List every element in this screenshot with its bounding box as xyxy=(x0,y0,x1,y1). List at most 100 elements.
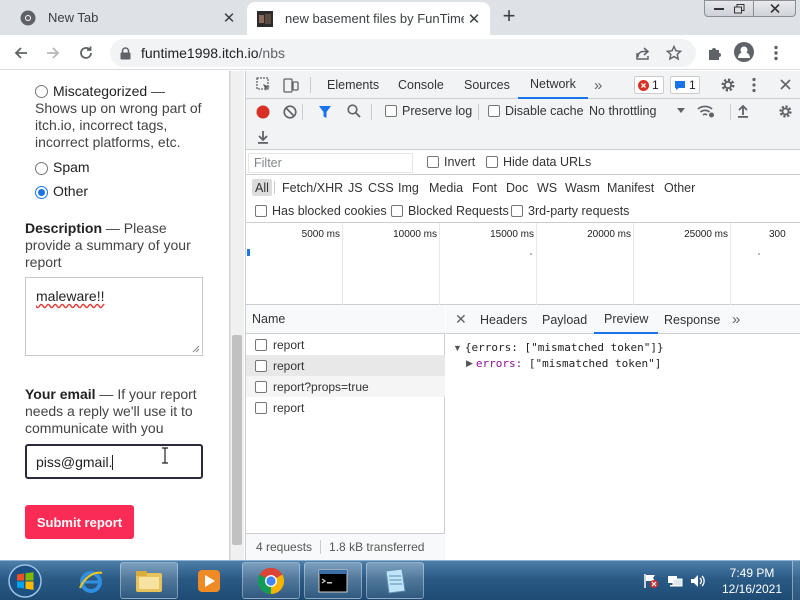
type-filter-ws[interactable]: WS xyxy=(534,179,560,196)
inspect-element-icon[interactable] xyxy=(256,77,272,93)
window-close-button[interactable] xyxy=(754,0,796,17)
address-bar[interactable]: funtime1998.itch.io/nbs xyxy=(110,39,696,67)
show-desktop-button[interactable] xyxy=(792,561,800,600)
profile-avatar-icon[interactable] xyxy=(733,41,755,63)
blocked-requests-checkbox[interactable] xyxy=(391,205,403,217)
type-filter-font[interactable]: Font xyxy=(469,179,500,196)
tab-sources[interactable]: Sources xyxy=(464,71,510,99)
search-icon[interactable] xyxy=(347,104,361,118)
taskbar-cmd[interactable] xyxy=(304,562,362,599)
disable-cache-checkbox[interactable] xyxy=(488,105,500,117)
option-other-label: Other xyxy=(53,183,89,199)
type-filter-fetch-xhr[interactable]: Fetch/XHR xyxy=(279,179,346,196)
more-tabs-chevron-icon[interactable]: » xyxy=(594,71,602,99)
taskbar-clock[interactable]: 7:49 PM 12/16/2021 xyxy=(712,565,792,597)
radio-spam[interactable] xyxy=(35,162,48,175)
close-tab-icon[interactable]: ✕ xyxy=(219,8,239,28)
throttling-select[interactable]: No throttling xyxy=(589,104,656,118)
type-filter-img[interactable]: Img xyxy=(395,179,422,196)
name-column-header[interactable]: Name xyxy=(246,305,445,334)
email-input[interactable]: piss@gmail. xyxy=(25,444,203,479)
network-conditions-wifi-icon[interactable] xyxy=(697,104,715,118)
error-count-badge[interactable]: 1 xyxy=(634,76,664,94)
filter-input[interactable]: Filter xyxy=(248,153,413,173)
clear-icon[interactable] xyxy=(283,105,297,119)
description-label: Description xyxy=(25,220,103,236)
tab-response[interactable]: Response xyxy=(664,305,720,334)
type-filter-js[interactable]: JS xyxy=(345,179,366,196)
record-icon[interactable] xyxy=(256,105,270,119)
taskbar-notepad[interactable] xyxy=(366,562,424,599)
tab-elements[interactable]: Elements xyxy=(327,71,379,99)
tab-headers[interactable]: Headers xyxy=(480,305,527,334)
collapsed-triangle-icon[interactable]: ▶ xyxy=(466,358,473,369)
devtools-menu-icon[interactable] xyxy=(752,77,756,93)
close-tab-icon[interactable]: ✕ xyxy=(464,9,484,29)
network-status-icon[interactable] xyxy=(667,573,683,589)
import-har-upload-icon[interactable] xyxy=(737,104,749,118)
taskbar-ie[interactable] xyxy=(62,562,120,599)
tab-console[interactable]: Console xyxy=(398,71,444,99)
dropdown-arrow-icon[interactable] xyxy=(677,108,685,113)
request-row[interactable]: report?props=true xyxy=(246,376,445,397)
preserve-log-checkbox[interactable] xyxy=(385,105,397,117)
page-scrollbar-thumb[interactable] xyxy=(232,335,242,545)
volume-speaker-icon[interactable] xyxy=(690,573,706,589)
url-path: /nbs xyxy=(258,45,285,61)
taskbar-chrome[interactable] xyxy=(242,562,300,599)
taskbar-explorer[interactable] xyxy=(120,562,178,599)
hide-data-urls-checkbox[interactable] xyxy=(486,156,498,168)
resize-grip-icon[interactable] xyxy=(192,345,200,353)
has-blocked-cookies-checkbox[interactable] xyxy=(255,205,267,217)
close-detail-icon[interactable]: ✕ xyxy=(455,305,467,334)
type-filter-manifest[interactable]: Manifest xyxy=(604,179,657,196)
third-party-requests-checkbox[interactable] xyxy=(511,205,523,217)
type-filter-css[interactable]: CSS xyxy=(365,179,397,196)
bookmark-star-icon[interactable] xyxy=(663,42,685,64)
taskbar-media-player[interactable] xyxy=(180,562,238,599)
toolbar-divider xyxy=(730,104,731,120)
tab-new-tab[interactable]: New Tab ✕ xyxy=(10,0,245,35)
radio-other[interactable] xyxy=(35,186,48,199)
timeline-overview[interactable]: 5000 ms 10000 ms 15000 ms 20000 ms 25000… xyxy=(246,223,800,305)
tab-basement-files[interactable]: new basement files by FunTime ✕ xyxy=(247,2,490,35)
devtools-close-icon[interactable] xyxy=(779,78,792,91)
network-controls: Preserve log Disable cache No throttling xyxy=(246,99,800,150)
tab-network[interactable]: Network xyxy=(518,71,588,99)
action-center-flag-icon[interactable] xyxy=(643,573,659,589)
preview-root-node[interactable]: ▼ {errors: ["mismatched token"]} xyxy=(453,341,664,354)
type-filter-wasm[interactable]: Wasm xyxy=(562,179,603,196)
type-filter-all[interactable]: All xyxy=(252,179,272,196)
device-toolbar-icon[interactable] xyxy=(283,77,299,93)
tab-payload[interactable]: Payload xyxy=(542,305,587,334)
forward-button[interactable] xyxy=(42,42,64,64)
extensions-puzzle-icon[interactable] xyxy=(703,42,725,64)
export-har-download-icon[interactable] xyxy=(257,130,269,144)
more-detail-tabs-chevron-icon[interactable]: » xyxy=(732,305,740,334)
request-row[interactable]: report xyxy=(246,397,445,418)
request-row-selected[interactable]: report xyxy=(246,355,445,376)
invert-checkbox[interactable] xyxy=(427,156,439,168)
internet-explorer-icon xyxy=(79,570,103,593)
tab-preview[interactable]: Preview xyxy=(594,305,659,334)
back-button[interactable] xyxy=(10,42,32,64)
type-filter-doc[interactable]: Doc xyxy=(503,179,531,196)
type-filter-other[interactable]: Other xyxy=(661,179,698,196)
window-restore-button[interactable] xyxy=(726,0,754,17)
option-label: Miscategorized xyxy=(53,83,148,99)
reload-button[interactable] xyxy=(75,42,97,64)
network-settings-gear-icon[interactable] xyxy=(778,104,793,119)
devtools-settings-gear-icon[interactable] xyxy=(720,77,736,93)
filter-funnel-icon[interactable] xyxy=(318,105,332,119)
chrome-menu-icon[interactable] xyxy=(765,42,787,64)
preview-errors-node[interactable]: ▶ errors: ["mismatched token"] xyxy=(466,357,661,370)
start-button[interactable] xyxy=(6,563,44,599)
new-tab-button[interactable]: + xyxy=(497,5,521,28)
request-row[interactable]: report xyxy=(246,334,445,355)
share-icon[interactable] xyxy=(632,42,654,64)
type-filter-media[interactable]: Media xyxy=(426,179,466,196)
message-count-badge[interactable]: 1 xyxy=(670,76,700,94)
submit-report-button[interactable]: Submit report xyxy=(25,505,134,539)
description-textarea[interactable]: maleware!! xyxy=(25,277,203,356)
expanded-triangle-icon[interactable]: ▼ xyxy=(453,343,462,353)
